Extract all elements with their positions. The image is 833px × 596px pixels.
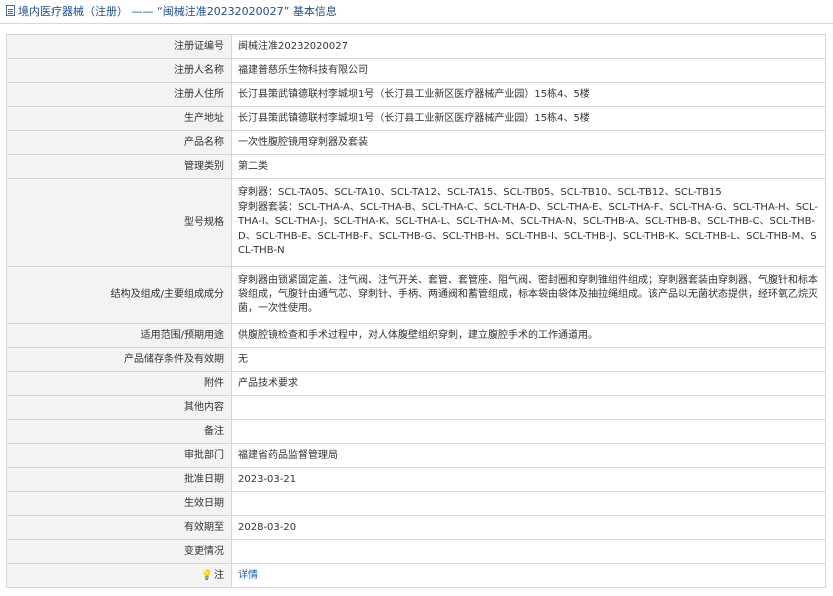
table-row: 批准日期 2023-03-21 bbox=[6, 467, 826, 492]
field-label: 产品名称 bbox=[6, 130, 232, 155]
info-table: 注册证编号 闽械注准20232020027 注册人名称 福建普慈乐生物科技有限公… bbox=[6, 34, 826, 588]
field-value: 穿刺器由锁紧固定盖、注气阀、注气开关、套管、套管座、阻气阀、密封圈和穿刺锥组件组… bbox=[231, 266, 826, 324]
field-label-note: 💡注 bbox=[6, 563, 232, 588]
table-row: 型号规格 穿刺器：SCL-TA05、SCL-TA10、SCL-TA12、SCL-… bbox=[6, 178, 826, 267]
table-row: 产品储存条件及有效期 无 bbox=[6, 347, 826, 372]
field-label: 注册人住所 bbox=[6, 82, 232, 107]
lightbulb-icon: 💡 bbox=[200, 569, 213, 581]
field-label: 审批部门 bbox=[6, 443, 232, 468]
field-label: 批准日期 bbox=[6, 467, 232, 492]
table-row: 适用范围/预期用途 供腹腔镜检查和手术过程中，对人体腹壁组织穿刺，建立腹腔手术的… bbox=[6, 323, 826, 348]
field-label: 其他内容 bbox=[6, 395, 232, 420]
field-value: 第二类 bbox=[231, 154, 826, 179]
note-label: 注 bbox=[214, 569, 224, 581]
field-label: 管理类别 bbox=[6, 154, 232, 179]
field-label: 产品储存条件及有效期 bbox=[6, 347, 232, 372]
field-label: 适用范围/预期用途 bbox=[6, 323, 232, 348]
table-row: 审批部门 福建省药品监督管理局 bbox=[6, 443, 826, 468]
model-spec-puncture: 穿刺器：SCL-TA05、SCL-TA10、SCL-TA12、SCL-TA15、… bbox=[238, 187, 722, 199]
field-value: 无 bbox=[231, 347, 826, 372]
field-value: 闽械注准20232020027 bbox=[231, 34, 826, 59]
field-label: 注册人名称 bbox=[6, 58, 232, 83]
field-value bbox=[231, 395, 826, 420]
table-row: 生效日期 bbox=[6, 491, 826, 516]
field-label: 有效期至 bbox=[6, 515, 232, 540]
field-value bbox=[231, 419, 826, 444]
table-row: 附件 产品技术要求 bbox=[6, 371, 826, 396]
field-label: 生产地址 bbox=[6, 106, 232, 131]
table-row: 变更情况 bbox=[6, 539, 826, 564]
field-label: 结构及组成/主要组成成分 bbox=[6, 266, 232, 324]
field-value: 产品技术要求 bbox=[231, 371, 826, 396]
field-value: 福建普慈乐生物科技有限公司 bbox=[231, 58, 826, 83]
page-header: 境内医疗器械（注册） —— “闽械注准20232020027” 基本信息 bbox=[0, 0, 833, 24]
details-link[interactable]: 详情 bbox=[238, 570, 258, 581]
table-row: 结构及组成/主要组成成分 穿刺器由锁紧固定盖、注气阀、注气开关、套管、套管座、阻… bbox=[6, 266, 826, 324]
field-label: 附件 bbox=[6, 371, 232, 396]
field-value: 2028-03-20 bbox=[231, 515, 826, 540]
table-row: 生产地址 长汀县策武镇德联村李城坝1号（长汀县工业新区医疗器械产业园）15栋4、… bbox=[6, 106, 826, 131]
document-icon bbox=[6, 5, 15, 16]
model-spec-kit: 穿刺器套装：SCL-THA-A、SCL-THA-B、SCL-THA-C、SCL-… bbox=[238, 201, 819, 257]
field-value: 穿刺器：SCL-TA05、SCL-TA10、SCL-TA12、SCL-TA15、… bbox=[231, 178, 826, 267]
field-value: 详情 bbox=[231, 563, 826, 588]
table-row: 注册人名称 福建普慈乐生物科技有限公司 bbox=[6, 58, 826, 83]
field-label: 备注 bbox=[6, 419, 232, 444]
page-title: 境内医疗器械（注册） —— “闽械注准20232020027” 基本信息 bbox=[18, 5, 337, 18]
field-value: 长汀县策武镇德联村李城坝1号（长汀县工业新区医疗器械产业园）15栋4、5楼 bbox=[231, 82, 826, 107]
table-row: 注册人住所 长汀县策武镇德联村李城坝1号（长汀县工业新区医疗器械产业园）15栋4… bbox=[6, 82, 826, 107]
field-value: 长汀县策武镇德联村李城坝1号（长汀县工业新区医疗器械产业园）15栋4、5楼 bbox=[231, 106, 826, 131]
field-label: 变更情况 bbox=[6, 539, 232, 564]
field-label: 型号规格 bbox=[6, 178, 232, 267]
field-value: 2023-03-21 bbox=[231, 467, 826, 492]
field-value bbox=[231, 539, 826, 564]
table-row: 注册证编号 闽械注准20232020027 bbox=[6, 34, 826, 59]
table-row: 💡注 详情 bbox=[6, 563, 826, 588]
field-value bbox=[231, 491, 826, 516]
table-row: 有效期至 2028-03-20 bbox=[6, 515, 826, 540]
field-value: 供腹腔镜检查和手术过程中，对人体腹壁组织穿刺，建立腹腔手术的工作通道用。 bbox=[231, 323, 826, 348]
table-row: 其他内容 bbox=[6, 395, 826, 420]
table-row: 产品名称 一次性腹腔镜用穿刺器及套装 bbox=[6, 130, 826, 155]
table-row: 备注 bbox=[6, 419, 826, 444]
field-value: 福建省药品监督管理局 bbox=[231, 443, 826, 468]
field-label: 注册证编号 bbox=[6, 34, 232, 59]
field-label: 生效日期 bbox=[6, 491, 232, 516]
field-value: 一次性腹腔镜用穿刺器及套装 bbox=[231, 130, 826, 155]
table-row: 管理类别 第二类 bbox=[6, 154, 826, 179]
